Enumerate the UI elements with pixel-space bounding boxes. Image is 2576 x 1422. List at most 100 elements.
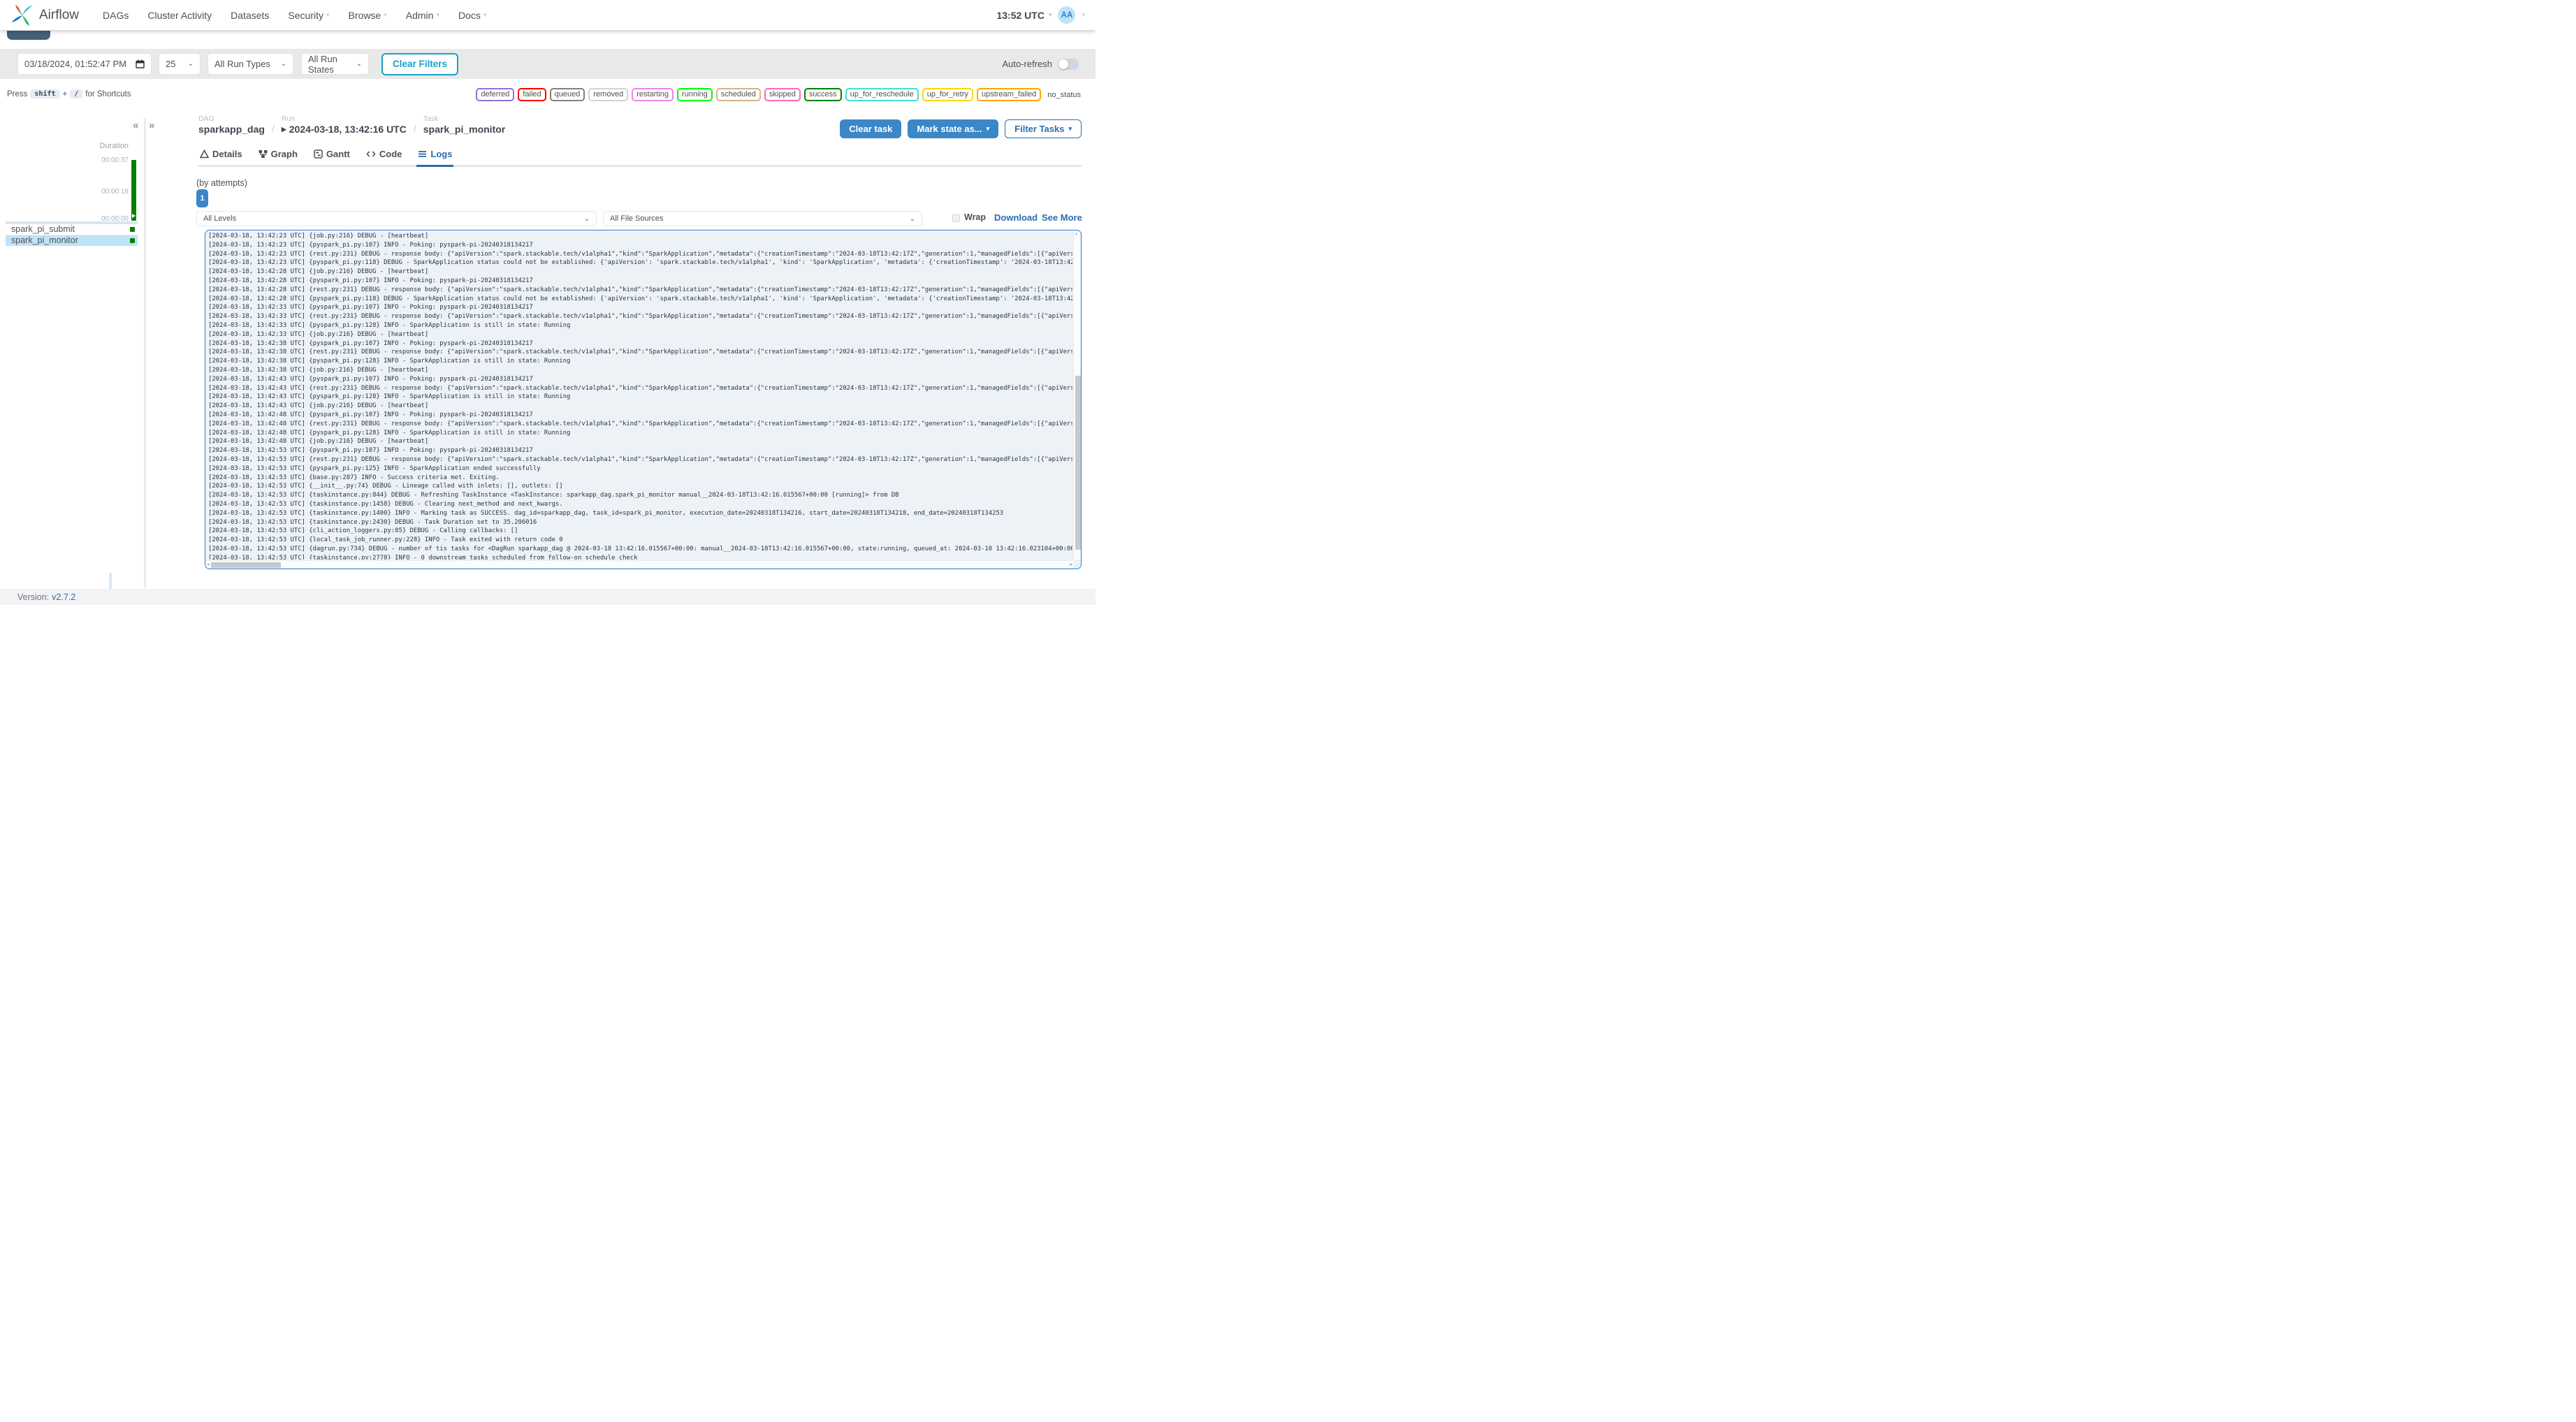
scrolled-partial-button[interactable] [7, 31, 50, 40]
state-badge[interactable]: skipped [764, 88, 801, 101]
horizontal-scrollbar[interactable]: ◂ ▸ [206, 560, 1073, 568]
horizontal-scroll-thumb[interactable] [211, 562, 281, 568]
log-line: [2024-03-18, 13:42:43 UTC] {pyspark_pi.p… [208, 375, 533, 383]
panel-divider[interactable] [144, 119, 146, 587]
version-link[interactable]: v2.7.2 [52, 592, 75, 602]
tab-code[interactable]: Code [365, 147, 404, 167]
footer: Version: v2.7.2 [0, 589, 1096, 605]
log-line: [2024-03-18, 13:42:53 UTC] {taskinstance… [208, 554, 638, 559]
slash-key: / [70, 89, 83, 98]
state-badge[interactable]: failed [518, 88, 546, 101]
state-badge[interactable]: up_for_reschedule [845, 88, 919, 101]
log-line: [2024-03-18, 13:42:23 UTC] {pyspark_pi.p… [208, 241, 533, 249]
logs-icon [419, 151, 427, 157]
chevron-down-icon: ⌄ [356, 60, 362, 68]
state-badge[interactable]: running [677, 88, 713, 101]
toggle-knob [1058, 59, 1068, 69]
state-badge[interactable]: upstream_failed [977, 88, 1042, 101]
state-badge[interactable]: queued [549, 88, 585, 101]
caret-down-icon: ▾ [384, 11, 387, 18]
scroll-up-icon[interactable]: ▴ [1075, 231, 1077, 236]
log-line: [2024-03-18, 13:42:23 UTC] {rest.py:231}… [208, 250, 1072, 258]
run-duration-bar[interactable] [131, 160, 136, 221]
calendar-icon [136, 59, 145, 68]
log-line: [2024-03-18, 13:42:48 UTC] {pyspark_pi.p… [208, 411, 533, 418]
log-line: [2024-03-18, 13:42:53 UTC] {base.py:287}… [208, 474, 500, 481]
file-source-select[interactable]: All File Sources ⌄ [603, 211, 922, 226]
task-row-spark-pi-submit[interactable]: spark_pi_submit [6, 224, 138, 235]
vertical-scroll-thumb[interactable] [1075, 375, 1081, 550]
caret-down-icon: ▾ [483, 11, 487, 18]
base-date-input[interactable]: 03/18/2024, 01:52:47 PM [17, 53, 152, 75]
log-line: [2024-03-18, 13:42:48 UTC] {job.py:216} … [208, 438, 429, 446]
caret-down-icon: ▾ [436, 11, 439, 18]
run-types-select[interactable]: All Run Types ⌄ [208, 53, 293, 75]
state-badge[interactable]: restarting [632, 88, 674, 101]
log-line: [2024-03-18, 13:42:43 UTC] {pyspark_pi.p… [208, 393, 571, 401]
log-output-box: [2024-03-18, 13:42:23 UTC] {job.py:216} … [205, 230, 1082, 569]
mark-state-button[interactable]: Mark state as... ▾ [908, 119, 999, 138]
tab-graph[interactable]: Graph [257, 147, 299, 167]
state-badge[interactable]: deferred [476, 88, 515, 101]
airflow-app: Airflow DAGs Cluster Activity Datasets S… [0, 0, 1096, 605]
state-legend: deferred failed queued removed restarting run… [476, 88, 1081, 101]
log-line: [2024-03-18, 13:42:28 UTC] {rest.py:231}… [208, 286, 1072, 293]
clear-task-button[interactable]: Clear task [840, 119, 902, 138]
task-actions: Clear task Mark state as... ▾ Filter Task… [840, 119, 1082, 138]
task-row-spark-pi-monitor[interactable]: spark_pi_monitor [6, 235, 138, 246]
scroll-right-icon[interactable]: ▸ [1070, 561, 1072, 569]
page-size-select[interactable]: 25 ⌄ [159, 53, 201, 75]
nav-dags[interactable]: DAGs [103, 10, 129, 21]
timezone-selector[interactable]: 13:52 UTC ▾ [996, 10, 1051, 21]
auto-refresh-toggle[interactable] [1058, 58, 1079, 70]
tab-logs[interactable]: Logs [416, 147, 454, 167]
log-line: [2024-03-18, 13:42:28 UTC] {job.py:216} … [208, 268, 429, 276]
log-level-select[interactable]: All Levels ⌄ [196, 211, 597, 226]
avatar[interactable]: AA [1058, 6, 1076, 24]
caret-down-icon: ▾ [986, 125, 990, 132]
wrap-checkbox[interactable] [952, 214, 960, 222]
collapse-sidebar-icon[interactable]: « [133, 119, 138, 131]
duration-axis-label: Duration [99, 142, 129, 150]
expand-panel-icon[interactable]: » [149, 119, 154, 131]
selected-run-marker-icon [132, 214, 136, 218]
attempt-1-button[interactable]: 1 [196, 189, 208, 207]
clear-filters-button[interactable]: Clear Filters [381, 52, 459, 75]
brand-link[interactable]: Airflow [10, 3, 79, 27]
gantt-icon [314, 149, 323, 159]
breadcrumb-task-value[interactable]: spark_pi_monitor [423, 124, 505, 135]
shortcut-hint: Press shift + / for Shortcuts [7, 89, 131, 98]
log-line: [2024-03-18, 13:42:23 UTC] {pyspark_pi.p… [208, 259, 1072, 267]
task-state-square[interactable] [130, 237, 135, 243]
breadcrumb-dag-value[interactable]: sparkapp_dag [198, 124, 265, 135]
caret-down-icon: ▾ [1068, 125, 1072, 132]
tab-gantt[interactable]: Gantt [312, 147, 351, 167]
nav-security[interactable]: Security ▾ [288, 10, 329, 21]
state-badge[interactable]: success [803, 88, 842, 101]
state-badge-no-status[interactable]: no_status [1047, 91, 1081, 99]
nav-browse[interactable]: Browse ▾ [349, 10, 387, 21]
caret-down-icon: ▾ [1048, 11, 1052, 18]
nav-cluster-activity[interactable]: Cluster Activity [147, 10, 212, 21]
log-line: [2024-03-18, 13:42:23 UTC] {job.py:216} … [208, 233, 429, 240]
task-state-square[interactable] [130, 227, 135, 232]
log-line: [2024-03-18, 13:42:53 UTC] {taskinstance… [208, 518, 537, 526]
nav-admin[interactable]: Admin ▾ [406, 10, 439, 21]
state-badge[interactable]: up_for_retry [922, 88, 974, 101]
vertical-scrollbar[interactable]: ▴ [1073, 231, 1081, 559]
auto-refresh-control: Auto-refresh [1002, 49, 1079, 79]
grid-column-stub [109, 573, 112, 589]
state-badge[interactable]: scheduled [715, 88, 761, 101]
tab-details[interactable]: Details [198, 147, 244, 167]
see-more-link[interactable]: See More [1042, 212, 1082, 223]
scroll-left-icon[interactable]: ◂ [207, 561, 210, 569]
filter-tasks-button[interactable]: Filter Tasks ▾ [1005, 119, 1082, 138]
log-line: [2024-03-18, 13:42:28 UTC] {pyspark_pi.p… [208, 277, 533, 284]
nav-docs[interactable]: Docs ▾ [458, 10, 486, 21]
nav-datasets[interactable]: Datasets [231, 10, 269, 21]
breadcrumb-run-value[interactable]: ▶ 2024-03-18, 13:42:16 UTC [282, 124, 407, 135]
state-badge[interactable]: removed [588, 88, 629, 101]
detail-tabs: Details Graph Gantt Code Logs [198, 147, 1082, 167]
download-link[interactable]: Download [994, 212, 1038, 223]
run-states-select[interactable]: All Run States ⌄ [301, 53, 369, 75]
